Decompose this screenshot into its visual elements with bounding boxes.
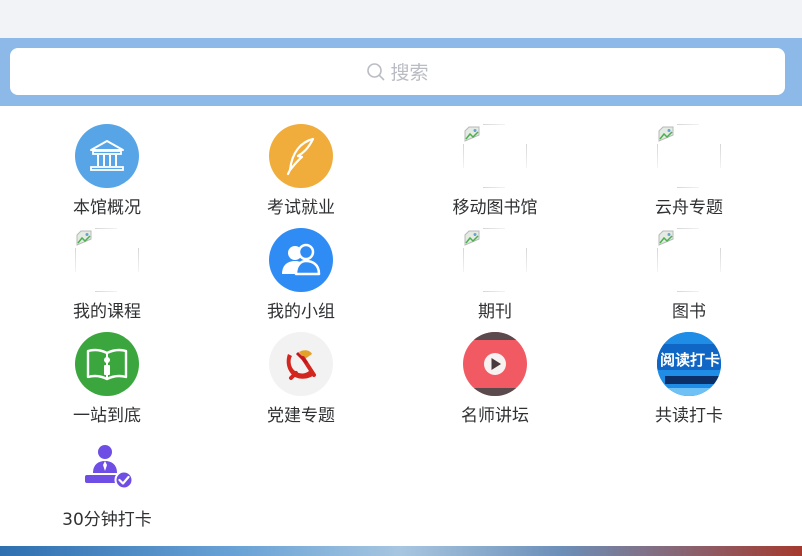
reading-checkin-icon: 阅读打卡 [657, 332, 721, 396]
grid-item-my-courses[interactable]: 我的课程 [10, 210, 204, 322]
library-building-icon [75, 124, 139, 188]
grid-item-shared-reading[interactable]: 阅读打卡 共读打卡 [592, 314, 786, 426]
top-status-gap [0, 0, 802, 38]
user-check-icon [75, 436, 139, 500]
grid-item-label: 党建专题 [267, 406, 335, 426]
search-icon [367, 62, 385, 80]
broken-image-icon [657, 228, 721, 292]
reading-checkin-icon-text: 阅读打卡 [660, 351, 720, 369]
quill-feather-icon [269, 124, 333, 188]
grid-item-my-group[interactable]: 我的小组 [204, 210, 398, 322]
broken-image-icon [657, 124, 721, 188]
grid-item-library-overview[interactable]: 本馆概况 [10, 106, 204, 218]
bottom-banner-edge [0, 546, 802, 556]
search-input[interactable]: 搜索 [10, 48, 785, 95]
broken-image-icon [463, 124, 527, 188]
grid-item-journals[interactable]: 期刊 [398, 210, 592, 322]
broken-image-icon [75, 228, 139, 292]
grid-item-mobile-library[interactable]: 移动图书馆 [398, 106, 592, 218]
open-book-info-icon [75, 332, 139, 396]
search-bar: 搜索 [0, 38, 802, 106]
group-users-icon [269, 228, 333, 292]
grid-item-famous-lectures[interactable]: 名师讲坛 [398, 314, 592, 426]
grid-item-books[interactable]: 图书 [592, 210, 786, 322]
grid-item-label: 名师讲坛 [461, 406, 529, 426]
grid-item-yunzhou-topic[interactable]: 云舟专题 [592, 106, 786, 218]
grid-item-30min-checkin[interactable]: 30分钟打卡 [10, 418, 204, 530]
function-grid: 本馆概况 考试就业 移动图书馆 云舟专题 我的课程 我的小组 期刊 图书 一站到… [0, 106, 802, 546]
grid-item-exam-employment[interactable]: 考试就业 [204, 106, 398, 218]
grid-item-one-stop[interactable]: 一站到底 [10, 314, 204, 426]
grid-item-label: 30分钟打卡 [62, 510, 152, 530]
play-video-icon [463, 332, 527, 396]
search-placeholder: 搜索 [390, 62, 429, 84]
broken-image-icon [463, 228, 527, 292]
grid-item-label: 共读打卡 [655, 406, 723, 426]
grid-item-party-building[interactable]: 党建专题 [204, 314, 398, 426]
party-emblem-icon [269, 332, 333, 396]
